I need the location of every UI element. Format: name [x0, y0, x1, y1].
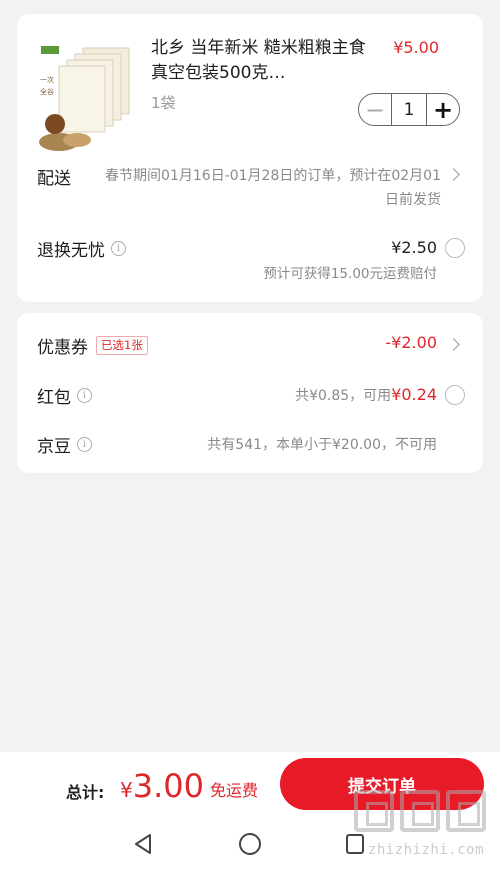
hongbao-label: 红包 [37, 388, 71, 408]
svg-text:一次: 一次 [40, 75, 54, 84]
triangle-back-icon[interactable] [132, 832, 154, 860]
product-thumbnail[interactable]: 一次 全谷 [37, 42, 139, 154]
hongbao-radio[interactable] [445, 385, 465, 405]
info-icon[interactable]: i [77, 388, 92, 403]
circle-home-icon[interactable] [238, 832, 262, 860]
hongbao-text: 共¥0.85，可用¥0.24 [295, 385, 437, 405]
coupon-row-label: 优惠券 已选1张 [37, 333, 148, 358]
info-icon[interactable]: i [111, 241, 126, 256]
coupon-label: 优惠券 [37, 338, 88, 358]
product-card: 一次 全谷 北乡 当年新米 糙米粗粮主食 真空包装500克… ¥5.00 1袋 … [17, 14, 483, 302]
decrease-button[interactable]: − [359, 94, 392, 125]
product-price: ¥5.00 [393, 38, 439, 57]
returns-radio[interactable] [445, 238, 465, 258]
svg-text:全谷: 全谷 [40, 87, 54, 96]
hongbao-available: ¥0.24 [391, 385, 437, 404]
total-amount: ¥3.00 [120, 767, 204, 805]
total-value: 3.00 [132, 767, 204, 805]
currency-symbol: ¥ [120, 778, 133, 802]
coupon-chevron-icon[interactable] [447, 338, 460, 351]
hongbao-row-label: 红包 i [37, 383, 92, 408]
watermark-logo [354, 790, 486, 832]
returns-label: 退换无忧 [37, 241, 105, 261]
product-unit: 1袋 [151, 94, 176, 112]
info-icon[interactable]: i [77, 437, 92, 452]
quantity-value[interactable]: 1 [392, 100, 426, 120]
returns-note: 预计可获得15.00元运费赔付 [263, 266, 437, 282]
returns-price: ¥2.50 [391, 238, 437, 257]
delivery-text[interactable]: 春节期间01月16日-01月28日的订单，预计在02月01日前发货 [105, 164, 441, 212]
jingdou-text: 共有541，本单小于¥20.00，不可用 [207, 437, 437, 453]
increase-button[interactable]: + [426, 94, 459, 125]
watermark: zhizhizhi.com [342, 790, 492, 870]
delivery-chevron-icon[interactable] [447, 168, 460, 181]
coupon-badge: 已选1张 [96, 336, 148, 355]
coupon-value[interactable]: -¥2.00 [385, 333, 437, 352]
quantity-stepper: − 1 + [358, 93, 460, 126]
jingdou-label: 京豆 [37, 437, 71, 457]
total-label: 总计: [66, 783, 105, 802]
watermark-text: zhizhizhi.com [367, 842, 484, 858]
delivery-label: 配送 [37, 169, 71, 189]
returns-row-label: 退换无忧 i [37, 236, 126, 261]
discount-card: 优惠券 已选1张 -¥2.00 红包 i 共¥0.85，可用¥0.24 京豆 i… [17, 313, 483, 473]
jingdou-row-label: 京豆 i [37, 432, 92, 457]
free-shipping-label: 免运费 [210, 781, 259, 800]
product-title[interactable]: 北乡 当年新米 糙米粗粮主食 真空包装500克… [151, 36, 371, 86]
hongbao-total: 共¥0.85，可用 [295, 388, 392, 404]
